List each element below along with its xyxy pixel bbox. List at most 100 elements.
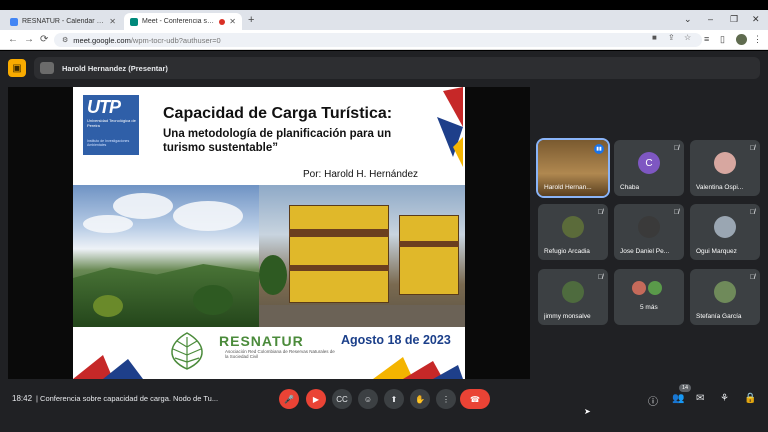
avatar — [632, 281, 646, 295]
participant-tile[interactable]: 🎙̸ Jose Daniel Pe... — [614, 204, 684, 260]
participant-name: Jose Daniel Pe... — [620, 248, 670, 255]
presentation-stage[interactable]: UTP Universidad Tecnológica de Pereira I… — [8, 87, 530, 379]
participant-name: jimmy monsalve — [544, 313, 591, 320]
slide-author: Por: Harold H. Hernández — [303, 169, 419, 180]
camera-icon[interactable]: ■ — [652, 33, 657, 42]
forward-icon[interactable]: → — [24, 34, 34, 45]
new-tab-button[interactable]: + — [248, 14, 254, 26]
slide-date: Agosto 18 de 2023 — [341, 333, 451, 347]
meeting-controls-bar: 18:42 | Conferencia sobre capacidad de c… — [0, 385, 768, 413]
avatar — [714, 216, 736, 238]
reactions-button[interactable]: ☺ — [358, 389, 378, 409]
avatar — [714, 152, 736, 174]
mic-off-icon: 🎙̸ — [597, 209, 603, 216]
profile-avatar[interactable] — [736, 34, 747, 45]
camera-off-icon: ▶ — [312, 394, 320, 404]
hang-up-icon: ☎ — [470, 394, 480, 404]
more-participants-tile[interactable]: 5 más — [614, 269, 684, 325]
participant-tile[interactable]: 🎙̸ jimmy monsalve — [538, 269, 608, 325]
host-controls-icon[interactable]: ▣ — [8, 59, 26, 77]
participant-name: Stefanía García — [696, 313, 742, 320]
people-icon[interactable]: 👥 — [672, 393, 684, 404]
org-name: RESNATUR — [219, 333, 304, 349]
emoji-icon: ☺ — [363, 394, 373, 404]
present-button[interactable]: ⬆ — [384, 389, 404, 409]
utp-logo: UTP Universidad Tecnológica de Pereira I… — [83, 95, 139, 155]
url-bar[interactable]: ⚙ meet.google.com/wpm-tocr-udb?authuser=… — [54, 33, 702, 47]
mic-off-icon: 🎙̸ — [749, 274, 755, 281]
town-photo — [259, 185, 465, 327]
participant-tile[interactable]: ▮▮ Harold Hernan... — [536, 138, 610, 198]
side-panel-icon[interactable]: ▯ — [720, 34, 725, 45]
presenter-label: Harold Hernandez (Presentar) — [62, 63, 168, 73]
participant-name: Refugio Arcadia — [544, 248, 590, 255]
share-icon[interactable]: ⇪ — [668, 33, 675, 42]
host-controls-lock-icon[interactable]: 🔒 — [744, 393, 756, 404]
decorative-triangles — [437, 87, 463, 167]
camera-toggle-button[interactable]: ▶ — [306, 389, 326, 409]
presentation-slide: UTP Universidad Tecnológica de Pereira I… — [73, 87, 465, 379]
close-tab-icon[interactable]: ✕ — [109, 17, 116, 26]
meeting-title-text: Conferencia sobre capacidad de carga. No… — [40, 394, 219, 403]
reload-icon[interactable]: ⟳ — [40, 34, 48, 45]
tab-calendar[interactable]: RESNATUR - Calendar - jueves, 1 ✕ — [4, 13, 122, 30]
speaking-indicator-icon: ▮▮ — [594, 144, 604, 154]
avatar — [562, 216, 584, 238]
meeting-clock: 18:42 — [12, 394, 33, 403]
meeting-info-icon[interactable]: ⓘ — [648, 393, 658, 408]
mic-off-icon: 🎙̸ — [673, 145, 679, 152]
tab-search-icon[interactable]: ⌄ — [684, 14, 692, 25]
mic-off-icon: 🎤 — [284, 394, 294, 404]
close-tab-icon[interactable]: ✕ — [229, 17, 236, 26]
title-separator: | — [36, 394, 38, 403]
meet-window: ▣ Harold Hernandez (Presentar) UTP Unive… — [0, 51, 768, 432]
captions-button[interactable]: CC — [332, 389, 352, 409]
landscape-photo — [73, 185, 259, 327]
tab-title: RESNATUR - Calendar - jueves, 1 — [22, 18, 105, 25]
url-path: /wpm-tocr-udb?authuser=0 — [130, 35, 221, 45]
bookmark-star-icon[interactable]: ☆ — [684, 33, 691, 42]
leave-call-button[interactable]: ☎ — [460, 389, 490, 409]
mouse-cursor-icon: ➤ — [584, 407, 591, 416]
address-toolbar: ← → ⟳ ⚙ meet.google.com/wpm-tocr-udb?aut… — [0, 30, 768, 50]
participant-tile[interactable]: 🎙̸ Valentina Ospi... — [690, 140, 760, 196]
chat-icon[interactable]: ✉ — [696, 393, 704, 404]
slide-subtitle: Una metodología de planificación para un… — [163, 128, 392, 154]
activities-icon[interactable]: ⚘ — [720, 393, 729, 404]
calendar-icon — [10, 17, 18, 26]
mic-off-icon: 🎙̸ — [597, 274, 603, 281]
recording-icon — [219, 18, 226, 25]
present-screen-icon: ⬆ — [390, 394, 398, 404]
raise-hand-button[interactable]: ✋ — [410, 389, 430, 409]
people-count-badge: 14 — [679, 384, 691, 392]
tab-title: Meet - Conferencia sobre ca — [142, 18, 215, 25]
participant-tile[interactable]: 🎙̸ C Chaba — [614, 140, 684, 196]
reading-list-icon[interactable]: ≡ — [704, 34, 709, 44]
browser-menu-icon[interactable]: ⋮ — [753, 34, 762, 45]
hand-icon: ✋ — [415, 394, 425, 404]
decorative-triangles-right — [373, 357, 463, 379]
more-participants-label: 5 más — [640, 304, 658, 311]
participant-tile[interactable]: 🎙̸ Refugio Arcadia — [538, 204, 608, 260]
minimize-button[interactable]: – — [708, 14, 713, 24]
close-window-button[interactable]: ✕ — [752, 14, 760, 25]
org-subtitle: Asociación Red Colombiana de Reservas Na… — [225, 349, 335, 359]
mic-toggle-button[interactable]: 🎤 — [279, 389, 299, 409]
avatar — [714, 281, 736, 303]
more-options-button[interactable]: ⋮ — [436, 389, 456, 409]
avatar: C — [638, 152, 660, 174]
logo-institute: Instituto de Investigaciones Ambientales — [87, 139, 130, 147]
participant-name: Valentina Ospi... — [696, 184, 744, 191]
mic-off-icon: 🎙̸ — [749, 209, 755, 216]
maximize-button[interactable]: ❐ — [730, 14, 738, 25]
logo-text: UTP — [87, 97, 121, 117]
meet-icon — [130, 17, 138, 26]
tab-meet[interactable]: Meet - Conferencia sobre ca ✕ — [124, 13, 242, 30]
avatar — [562, 281, 584, 303]
participant-tile[interactable]: 🎙̸ Stefanía García — [690, 269, 760, 325]
participant-tile[interactable]: 🎙̸ Ogui Marquez — [690, 204, 760, 260]
back-icon[interactable]: ← — [8, 34, 18, 45]
avatar — [638, 216, 660, 238]
browser-tab-bar: RESNATUR - Calendar - jueves, 1 ✕ Meet -… — [0, 10, 768, 30]
site-info-icon[interactable]: ⚙ — [62, 36, 68, 44]
